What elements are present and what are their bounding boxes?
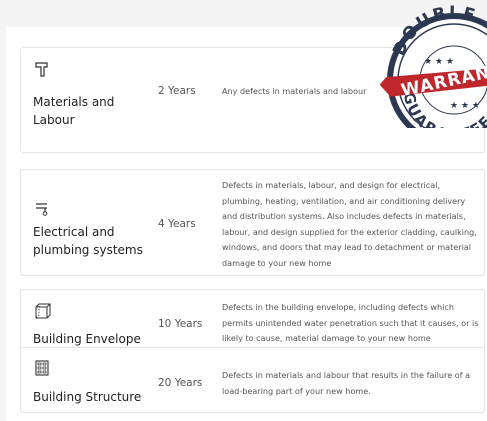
row-title: Materials and Labour — [33, 95, 115, 127]
row-title: Building Structure — [33, 390, 142, 404]
row-term: 2 Years — [158, 85, 196, 97]
faucet-icon — [35, 200, 53, 216]
building-icon — [35, 360, 49, 376]
warranty-card-electrical: Electrical and plumbing systems 4 Years … — [20, 169, 485, 276]
svg-text:★ ★ ★: ★ ★ ★ — [450, 101, 480, 111]
row-description: Defects in the building envelope, includ… — [222, 302, 479, 343]
row-term: 20 Years — [158, 377, 203, 389]
double-warranty-badge: DOUBLE GUARANTEE ★ ★ ★ ★ ★ ★ WARRANTY — [380, 0, 487, 128]
hammer-icon — [35, 61, 49, 77]
cube-icon — [35, 303, 51, 319]
row-description: Defects in materials, labour, and design… — [222, 180, 477, 268]
row-term: 4 Years — [158, 218, 196, 230]
warranty-card-structure: Building Structure 20 Years Defects in m… — [20, 347, 485, 413]
row-description: Any defects in materials and labour — [222, 86, 367, 96]
row-term: 10 Years — [158, 318, 203, 330]
row-title: Building Envelope — [33, 332, 141, 346]
row-description: Defects in materials and labour that res… — [222, 370, 471, 396]
row-title: Electrical and plumbing systems — [33, 225, 143, 257]
svg-text:★ ★ ★: ★ ★ ★ — [424, 57, 454, 67]
